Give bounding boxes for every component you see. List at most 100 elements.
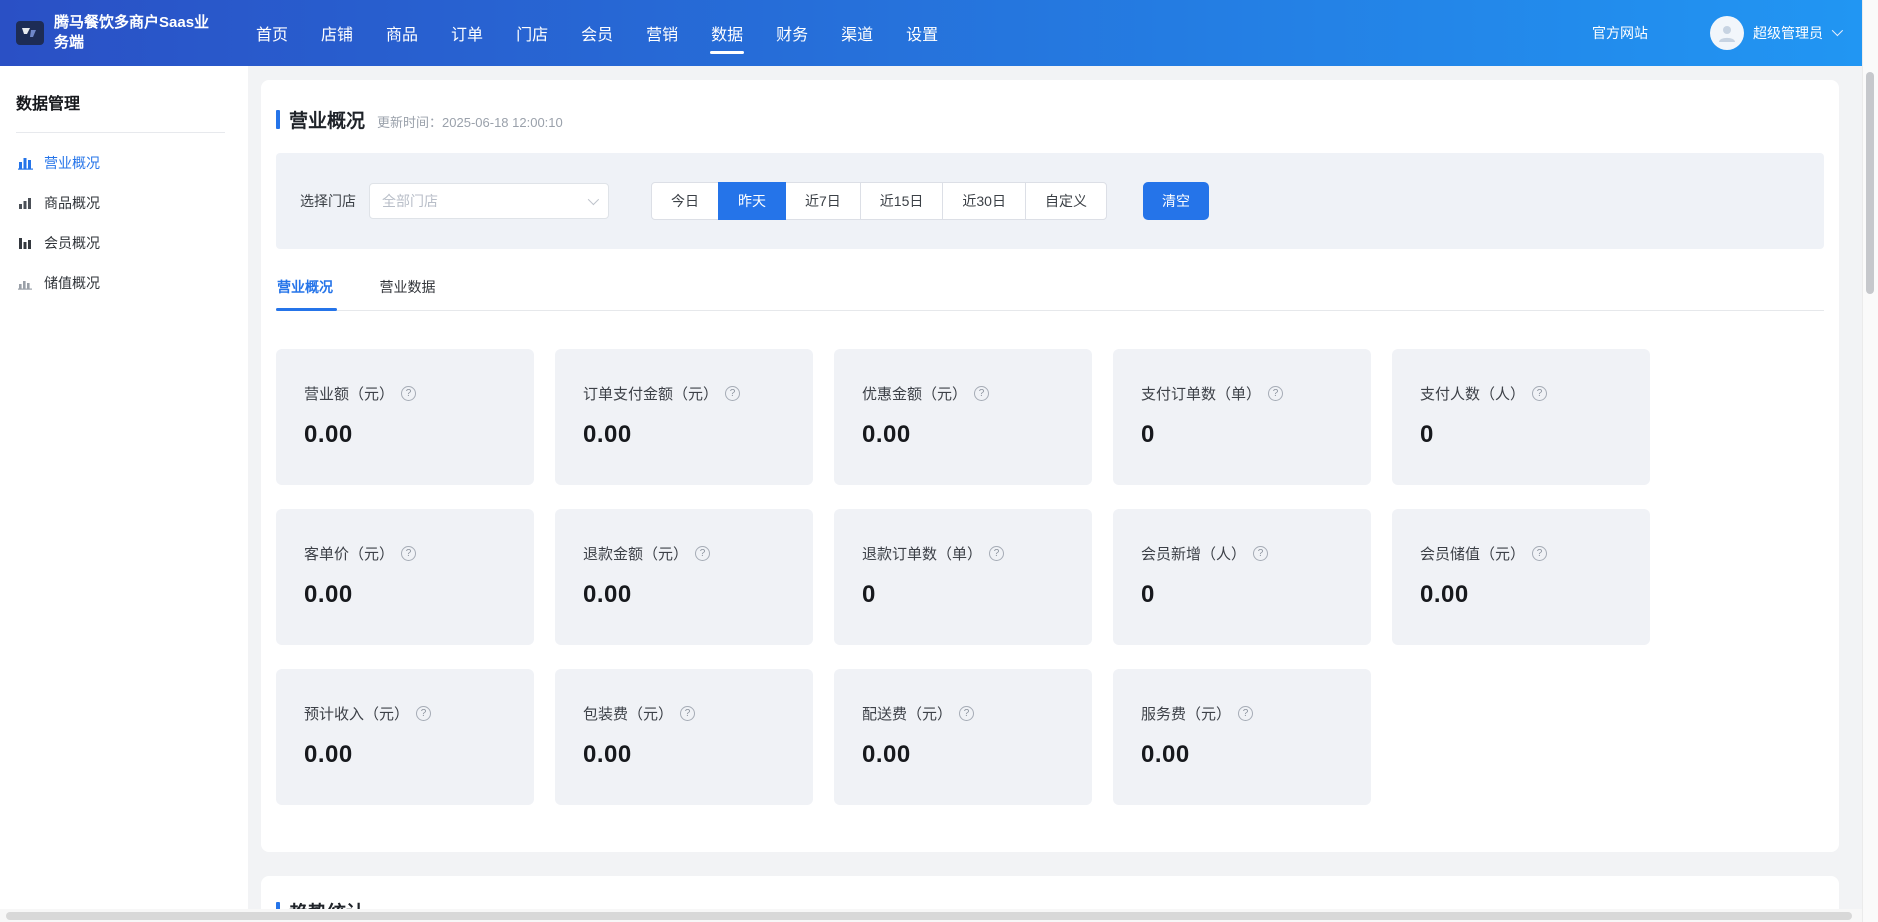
- store-select-label: 选择门店: [300, 191, 356, 211]
- update-time-label: 更新时间：: [377, 115, 442, 130]
- stat-card-order-paid-amount: 订单支付金额（元）? 0.00: [555, 349, 813, 485]
- sidebar-item-label: 商品概况: [44, 193, 100, 213]
- sidebar-item-member-overview[interactable]: 会员概况: [0, 223, 248, 263]
- stat-value: 0.00: [862, 741, 1072, 769]
- help-icon[interactable]: ?: [1532, 386, 1547, 401]
- main-nav: 首页 店铺 商品 订单 门店 会员 营销 数据 财务 渠道 设置: [256, 0, 938, 66]
- stat-label: 会员新增（人）: [1141, 543, 1246, 564]
- official-website-link[interactable]: 官方网站: [1592, 23, 1648, 43]
- help-icon[interactable]: ?: [1532, 546, 1547, 561]
- help-icon[interactable]: ?: [989, 546, 1004, 561]
- store-select-placeholder: 全部门店: [382, 191, 588, 211]
- nav-item-goods[interactable]: 商品: [386, 0, 418, 66]
- stat-label: 订单支付金额（元）: [583, 383, 718, 404]
- sidebar-item-business-overview[interactable]: 营业概况: [0, 143, 248, 183]
- stat-label: 营业额（元）: [304, 383, 394, 404]
- store-select[interactable]: 全部门店: [369, 183, 609, 219]
- stat-value: 0.00: [304, 581, 514, 609]
- nav-item-members[interactable]: 会员: [581, 0, 613, 66]
- help-icon[interactable]: ?: [695, 546, 710, 561]
- stat-card-paid-orders: 支付订单数（单）? 0: [1113, 349, 1371, 485]
- sidebar-item-goods-overview[interactable]: 商品概况: [0, 183, 248, 223]
- stat-label: 预计收入（元）: [304, 703, 409, 724]
- help-icon[interactable]: ?: [680, 706, 695, 721]
- nav-item-settings[interactable]: 设置: [906, 0, 938, 66]
- horizontal-scrollbar-track: [0, 909, 1862, 922]
- brand[interactable]: 腾马餐饮多商户Saas业务端: [16, 13, 234, 53]
- tab-business-data[interactable]: 营业数据: [379, 277, 435, 310]
- stat-value: 0.00: [304, 421, 514, 449]
- range-button-yesterday[interactable]: 昨天: [718, 182, 786, 220]
- business-overview-panel: 营业概况 更新时间：2025-06-18 12:00:10 选择门店 全部门店 …: [261, 80, 1839, 852]
- vertical-scrollbar-thumb[interactable]: [1866, 72, 1874, 294]
- stat-value: 0: [1420, 421, 1630, 449]
- bar-chart-icon: [18, 236, 34, 250]
- tab-business-overview[interactable]: 营业概况: [277, 277, 333, 310]
- nav-item-home[interactable]: 首页: [256, 0, 288, 66]
- sidebar-item-label: 会员概况: [44, 233, 100, 253]
- nav-item-shop[interactable]: 店铺: [321, 0, 353, 66]
- sidebar-menu: 营业概况 商品概况 会员概况: [0, 143, 248, 303]
- overview-title: 营业概况: [289, 106, 365, 133]
- stat-card-revenue: 营业额（元）? 0.00: [276, 349, 534, 485]
- help-icon[interactable]: ?: [1238, 706, 1253, 721]
- help-icon[interactable]: ?: [401, 546, 416, 561]
- user-name: 超级管理员: [1753, 23, 1823, 43]
- bar-chart-icon: [18, 196, 34, 210]
- stat-card-refund-amount: 退款金额（元）? 0.00: [555, 509, 813, 645]
- nav-item-stores[interactable]: 门店: [516, 0, 548, 66]
- stat-card-avg-order-value: 客单价（元）? 0.00: [276, 509, 534, 645]
- clear-button[interactable]: 清空: [1143, 182, 1209, 220]
- stat-value: 0.00: [1141, 741, 1351, 769]
- range-button-last7[interactable]: 近7日: [785, 182, 861, 220]
- user-menu[interactable]: 超级管理员: [1710, 16, 1840, 50]
- vertical-scrollbar-track: [1862, 0, 1878, 922]
- help-icon[interactable]: ?: [401, 386, 416, 401]
- range-button-custom[interactable]: 自定义: [1025, 182, 1107, 220]
- stat-card-paying-users: 支付人数（人）? 0: [1392, 349, 1650, 485]
- main-content: 营业概况 更新时间：2025-06-18 12:00:10 选择门店 全部门店 …: [261, 80, 1839, 922]
- help-icon[interactable]: ?: [974, 386, 989, 401]
- help-icon[interactable]: ?: [1253, 546, 1268, 561]
- stat-card-service-fee: 服务费（元）? 0.00: [1113, 669, 1371, 805]
- overview-tabs: 营业概况 营业数据: [276, 277, 1824, 311]
- horizontal-scrollbar-thumb[interactable]: [6, 912, 1852, 920]
- sidebar: 数据管理 营业概况 商品概况: [0, 66, 248, 922]
- update-time-value: 2025-06-18 12:00:10: [442, 115, 563, 130]
- nav-item-marketing[interactable]: 营销: [646, 0, 678, 66]
- stat-card-delivery-fee: 配送费（元）? 0.00: [834, 669, 1092, 805]
- range-button-today[interactable]: 今日: [651, 182, 719, 220]
- range-button-last30[interactable]: 近30日: [942, 182, 1026, 220]
- stat-label: 会员储值（元）: [1420, 543, 1525, 564]
- bar-chart-icon: [18, 276, 34, 290]
- stat-value: 0: [1141, 581, 1351, 609]
- stat-cards-grid: 营业额（元）? 0.00 订单支付金额（元）? 0.00 优惠金额（元）? 0.…: [276, 349, 1824, 805]
- sidebar-item-label: 储值概况: [44, 273, 100, 293]
- help-icon[interactable]: ?: [959, 706, 974, 721]
- help-icon[interactable]: ?: [1268, 386, 1283, 401]
- sidebar-divider: [16, 132, 225, 133]
- help-icon[interactable]: ?: [416, 706, 431, 721]
- stat-label: 服务费（元）: [1141, 703, 1231, 724]
- stat-value: 0: [1141, 421, 1351, 449]
- accent-bar: [276, 110, 280, 129]
- stat-label: 配送费（元）: [862, 703, 952, 724]
- nav-item-orders[interactable]: 订单: [451, 0, 483, 66]
- stat-label: 包装费（元）: [583, 703, 673, 724]
- stat-label: 支付人数（人）: [1420, 383, 1525, 404]
- nav-item-finance[interactable]: 财务: [776, 0, 808, 66]
- stat-label: 客单价（元）: [304, 543, 394, 564]
- range-button-last15[interactable]: 近15日: [860, 182, 944, 220]
- help-icon[interactable]: ?: [725, 386, 740, 401]
- nav-item-channels[interactable]: 渠道: [841, 0, 873, 66]
- nav-item-data[interactable]: 数据: [711, 0, 743, 66]
- sidebar-title: 数据管理: [16, 90, 248, 114]
- brand-title: 腾马餐饮多商户Saas业务端: [54, 13, 222, 53]
- stat-card-new-members: 会员新增（人）? 0: [1113, 509, 1371, 645]
- stat-value: 0.00: [1420, 581, 1630, 609]
- date-range-group: 今日 昨天 近7日 近15日 近30日 自定义: [651, 182, 1107, 220]
- sidebar-item-stored-value-overview[interactable]: 储值概况: [0, 263, 248, 303]
- stat-value: 0.00: [304, 741, 514, 769]
- navbar-right: 官方网站 超级管理员: [1592, 16, 1840, 50]
- stat-value: 0.00: [583, 421, 793, 449]
